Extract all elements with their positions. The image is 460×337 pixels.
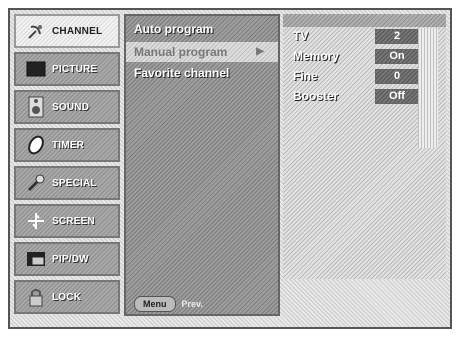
menu-footer: Menu Prev. (126, 294, 278, 314)
sidebar-item-label: SPECIAL (52, 177, 97, 189)
channel-menu-panel: Auto program Manual program ▶ Favorite c… (124, 14, 280, 316)
clock-icon (24, 134, 48, 156)
wrench-icon (24, 172, 48, 194)
sidebar-item-channel[interactable]: CHANNEL (14, 14, 120, 48)
menu-item-manual-program[interactable]: Manual program ▶ (126, 42, 278, 62)
sidebar-item-label: CHANNEL (52, 25, 103, 37)
sidebar-item-picture[interactable]: PICTURE (14, 52, 120, 86)
sidebar-item-label: LOCK (52, 291, 82, 303)
submenu-label-tv: TV (293, 29, 309, 43)
menu-button[interactable]: Menu (134, 296, 176, 312)
sidebar-item-label: PIP/DW (52, 253, 89, 265)
booster-value[interactable]: Off (375, 89, 419, 104)
submenu-arrow-icon: ▶ (256, 46, 264, 57)
submenu-label-memory: Memory (293, 49, 340, 63)
sidebar-item-sound[interactable]: SOUND (14, 90, 120, 124)
pip-window-icon (24, 248, 48, 270)
menu-item-label: Manual program (134, 45, 228, 59)
fine-value[interactable]: 0 (375, 69, 419, 84)
submenu-stripe (418, 28, 438, 148)
memory-value[interactable]: On (375, 49, 419, 64)
sidebar-item-label: SOUND (52, 101, 90, 113)
submenu-label-fine: Fine (293, 69, 318, 83)
submenu-label-booster: Booster (293, 89, 339, 103)
sidebar-item-timer[interactable]: TIMER (14, 128, 120, 162)
sidebar-item-special[interactable]: SPECIAL (14, 166, 120, 200)
sidebar-item-label: SCREEN (52, 215, 95, 227)
menu-item-auto-program[interactable]: Auto program (134, 22, 213, 36)
sidebar-item-label: TIMER (52, 139, 85, 151)
sidebar-item-screen[interactable]: SCREEN (14, 204, 120, 238)
sidebar-item-label: PICTURE (52, 63, 98, 75)
tv-screen-icon (24, 58, 48, 80)
sidebar-item-pip-dw[interactable]: PIP/DW (14, 242, 120, 276)
osd-sidebar: CHANNEL PICTURE SOUND TIMER SPECIAL SCRE… (14, 14, 120, 314)
submenu-header-strip (283, 14, 446, 28)
tv-channel-value[interactable]: 2 (375, 29, 419, 44)
crosshair-icon (24, 210, 48, 232)
prev-label: Prev. (181, 299, 203, 309)
lock-icon (24, 286, 48, 308)
satellite-dish-icon (24, 20, 48, 42)
menu-item-favorite-channel[interactable]: Favorite channel (134, 66, 229, 80)
speaker-icon (24, 96, 48, 118)
sidebar-item-lock[interactable]: LOCK (14, 280, 120, 314)
